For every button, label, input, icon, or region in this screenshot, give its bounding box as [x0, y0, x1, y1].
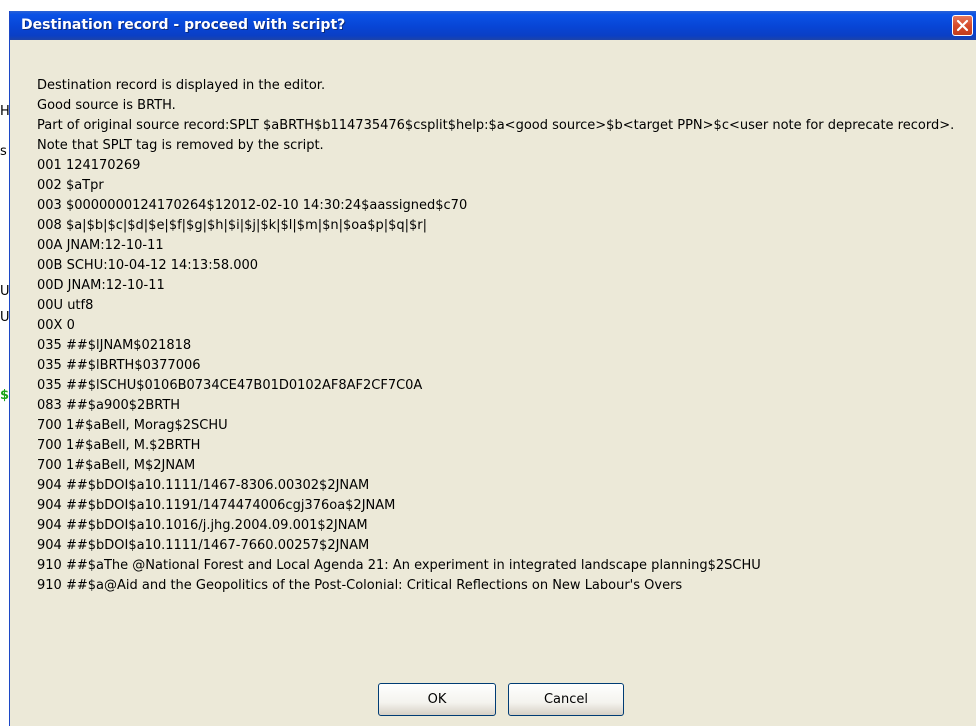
message-line: 00A JNAM:12-10-11 — [37, 238, 164, 253]
message-line: 083 ##$a900$2BRTH — [37, 398, 181, 413]
message-line: 700 1#$aBell, Morag$2SCHU — [37, 418, 228, 433]
message-line: 910 ##$a@Aid and the Geopolitics of the … — [37, 578, 683, 593]
message-line: 700 1#$aBell, M$2JNAM — [37, 458, 196, 473]
message-line: 035 ##$lSCHU$0106B0734CE47B01D0102AF8AF2… — [37, 378, 423, 393]
close-icon — [956, 19, 969, 32]
message-line: 00B SCHU:10-04-12 14:13:58.000 — [37, 258, 259, 273]
message-line: 904 ##$bDOI$a10.1111/1467-7660.00257$2JN… — [37, 538, 370, 553]
message-line: 00U utf8 — [37, 298, 94, 313]
message-line: 008 $a|$b|$c|$d|$e|$f|$g|$h|$i|$j|$k|$l|… — [37, 218, 427, 233]
message-line: 700 1#$aBell, M.$2BRTH — [37, 438, 201, 453]
dialog-message: Destination record is displayed in the e… — [37, 76, 967, 596]
close-button[interactable] — [952, 15, 973, 36]
dialog-titlebar[interactable]: Destination record - proceed with script… — [10, 11, 976, 40]
message-line: 904 ##$bDOI$a10.1191/1474474006cgj376oa$… — [37, 498, 396, 513]
cancel-button[interactable]: Cancel — [508, 683, 624, 716]
background-text-fragment: s — [0, 144, 7, 159]
confirm-dialog: Destination record - proceed with script… — [9, 11, 976, 726]
message-line: Destination record is displayed in the e… — [37, 78, 326, 93]
message-line: 035 ##$lJNAM$021818 — [37, 338, 192, 353]
ok-button[interactable]: OK — [378, 683, 496, 716]
message-line: 00X 0 — [37, 318, 75, 333]
message-line: 904 ##$bDOI$a10.1111/1467-8306.00302$2JN… — [37, 478, 370, 493]
message-line: 904 ##$bDOI$a10.1016/j.jhg.2004.09.001$2… — [37, 518, 368, 533]
message-line: 003 $0000000124170264$12012-02-10 14:30:… — [37, 198, 468, 213]
dialog-title: Destination record - proceed with script… — [21, 17, 346, 33]
message-line: Part of original source record:SPLT $aBR… — [37, 118, 955, 153]
message-line: 001 124170269 — [37, 158, 141, 173]
message-line: 00D JNAM:12-10-11 — [37, 278, 165, 293]
message-line: Good source is BRTH. — [37, 98, 176, 113]
background-text-fragment: $ — [0, 388, 10, 403]
message-line: 002 $aTpr — [37, 178, 104, 193]
message-line: 035 ##$lBRTH$0377006 — [37, 358, 201, 373]
message-line: 910 ##$aThe @National Forest and Local A… — [37, 558, 761, 573]
